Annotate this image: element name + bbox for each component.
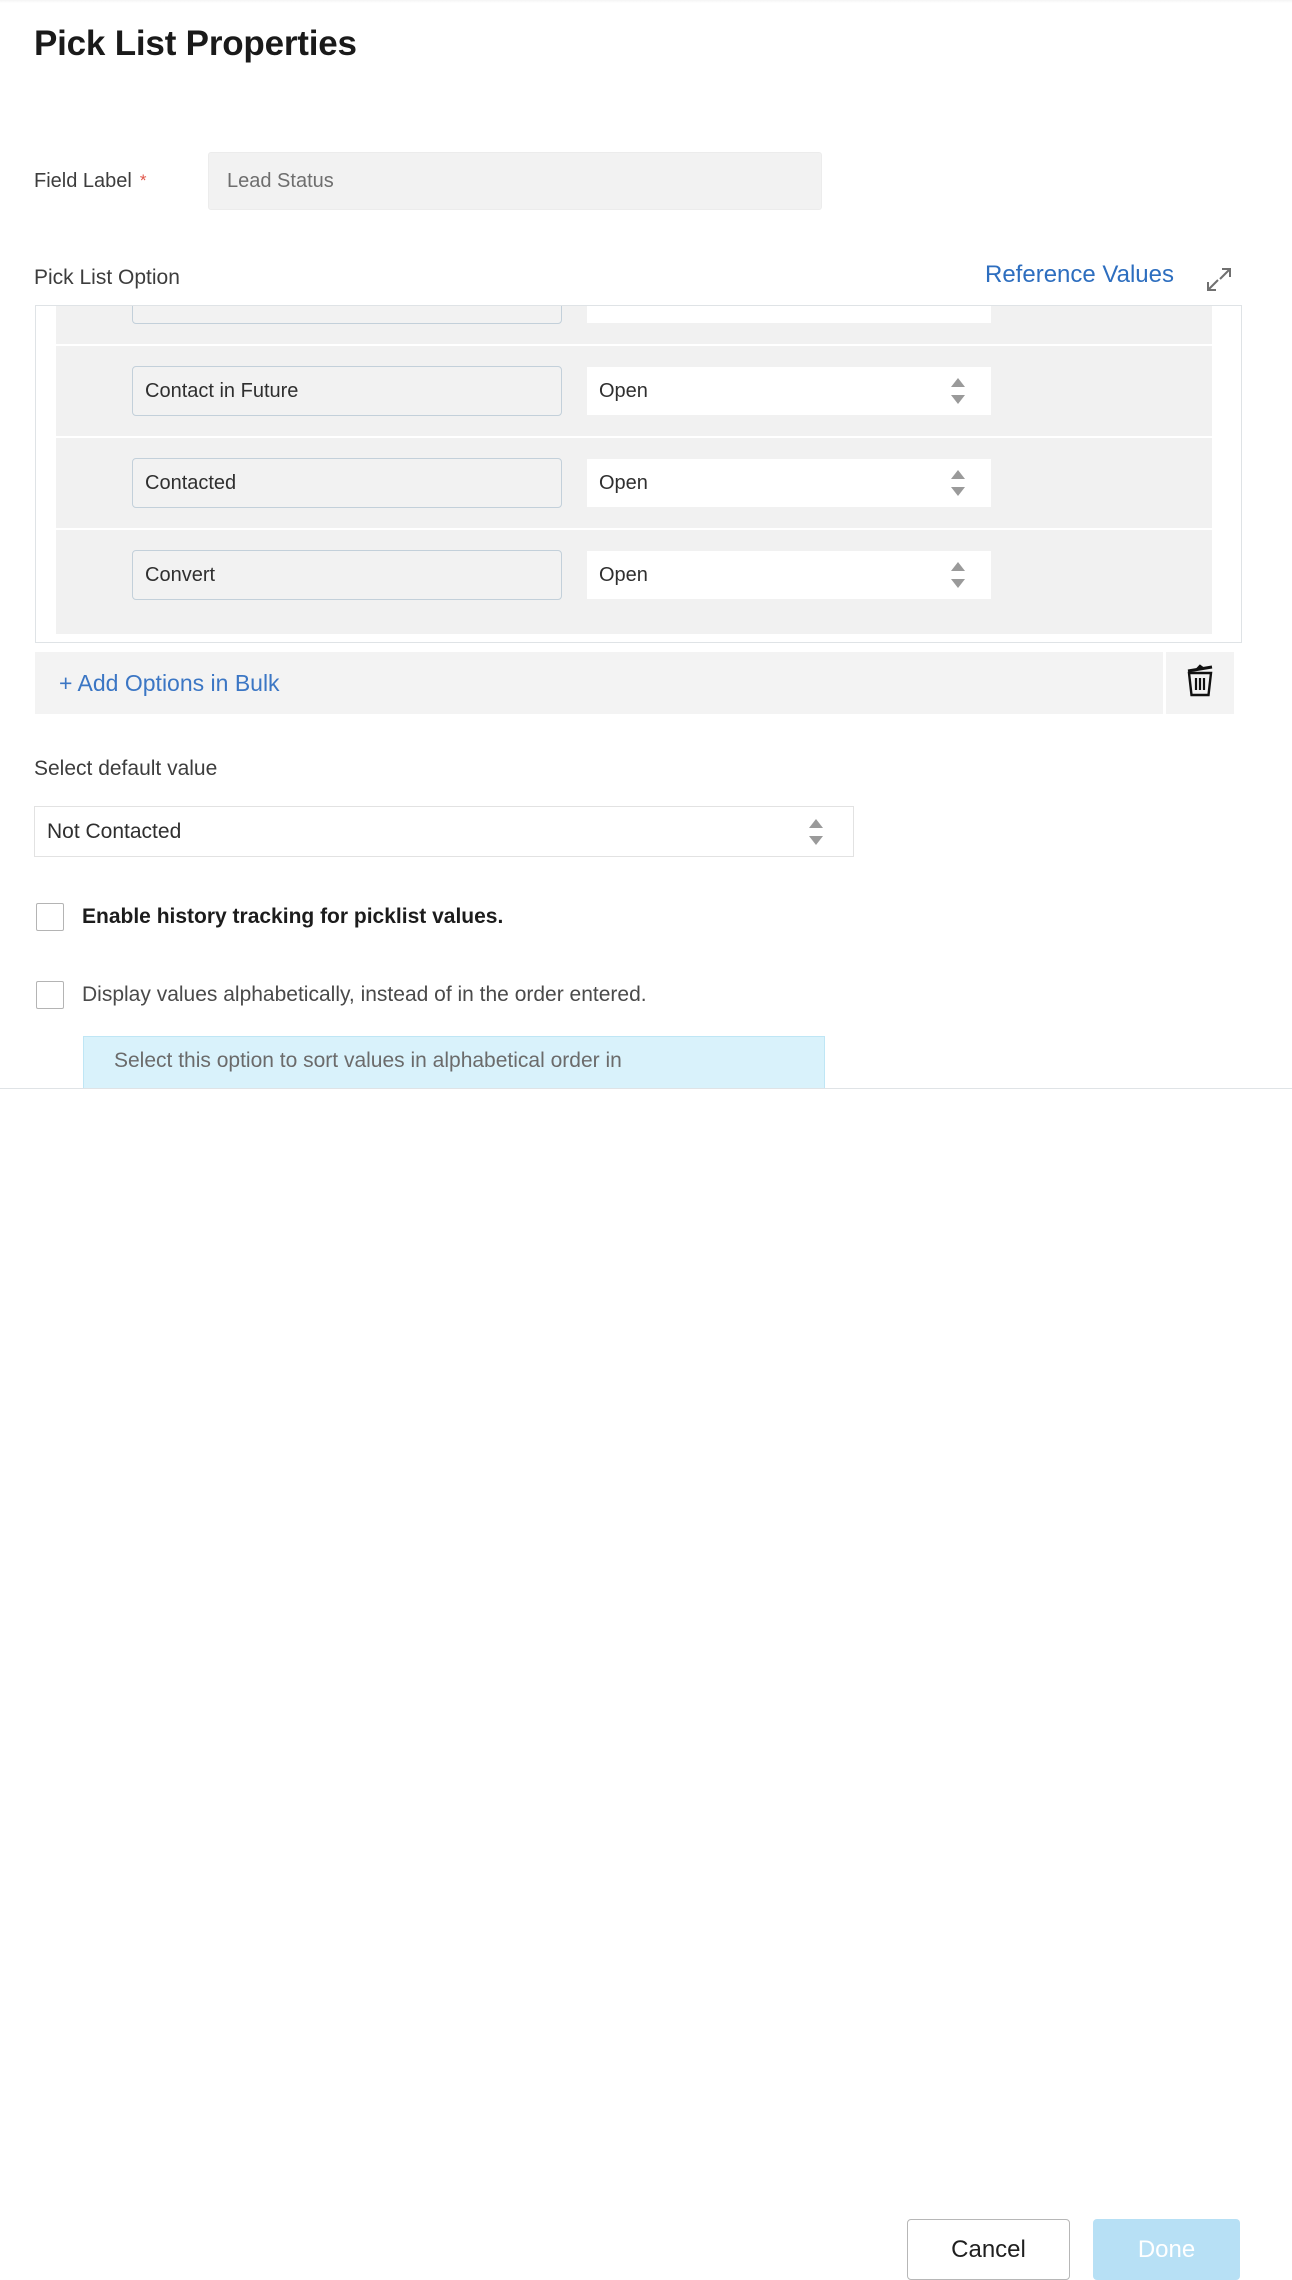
picklist-option-section-label: Pick List Option bbox=[34, 266, 180, 289]
stepper-arrows-icon bbox=[951, 470, 965, 496]
alphabetical-tooltip: Select this option to sort values in alp… bbox=[83, 1036, 825, 1088]
option-status-value: Open bbox=[599, 379, 648, 402]
table-row: Open bbox=[56, 346, 1212, 436]
stepper-arrows-icon bbox=[951, 378, 965, 404]
trash-icon bbox=[1183, 663, 1217, 704]
reference-values-link[interactable]: Reference Values bbox=[985, 261, 1174, 289]
option-status-select[interactable]: Open bbox=[586, 550, 992, 600]
option-name-input[interactable] bbox=[132, 366, 562, 416]
option-status-select[interactable]: Open bbox=[586, 366, 992, 416]
picklist-options-scroll-area: Open Open Open bbox=[36, 306, 1241, 622]
table-row bbox=[56, 306, 1212, 344]
alphabetical-checkbox[interactable] bbox=[36, 981, 64, 1009]
footer: Cancel Done bbox=[0, 1089, 1292, 2280]
cancel-button[interactable]: Cancel bbox=[907, 2219, 1070, 2280]
expand-diagonal-icon[interactable] bbox=[1204, 264, 1234, 294]
default-value-select[interactable]: Not Contacted bbox=[34, 806, 854, 857]
required-asterisk: * bbox=[139, 171, 147, 190]
history-tracking-row: Enable history tracking for picklist val… bbox=[36, 903, 503, 931]
delete-options-button[interactable] bbox=[1166, 652, 1234, 714]
field-label-input[interactable] bbox=[208, 152, 822, 210]
table-row: Open bbox=[56, 530, 1212, 620]
stepper-arrows-icon bbox=[951, 562, 965, 588]
alphabetical-label: Display values alphabetically, instead o… bbox=[82, 983, 647, 1006]
default-value-text: Not Contacted bbox=[47, 819, 182, 843]
option-name-input[interactable] bbox=[132, 458, 562, 508]
field-label-text: Field Label bbox=[34, 169, 132, 192]
alphabetical-row: Display values alphabetically, instead o… bbox=[36, 981, 647, 1009]
option-status-select[interactable] bbox=[586, 306, 992, 324]
option-name-input[interactable] bbox=[132, 306, 562, 324]
default-value-label: Select default value bbox=[34, 757, 218, 780]
done-button[interactable]: Done bbox=[1093, 2219, 1240, 2280]
horizontal-scrollbar[interactable] bbox=[56, 620, 1212, 634]
history-tracking-checkbox[interactable] bbox=[36, 903, 64, 931]
history-tracking-label: Enable history tracking for picklist val… bbox=[82, 905, 504, 928]
add-options-in-bulk-link[interactable]: + Add Options in Bulk bbox=[59, 670, 280, 697]
alphabetical-tooltip-text: Select this option to sort values in alp… bbox=[114, 1049, 622, 1072]
option-status-value: Open bbox=[599, 471, 648, 494]
option-status-value: Open bbox=[599, 563, 648, 586]
stepper-arrows-icon bbox=[809, 818, 823, 845]
option-name-input[interactable] bbox=[132, 550, 562, 600]
option-status-select[interactable]: Open bbox=[586, 458, 992, 508]
top-edge-highlight bbox=[0, 0, 1292, 3]
table-row: Open bbox=[56, 438, 1212, 528]
picklist-options-container[interactable]: Open Open Open bbox=[35, 305, 1242, 643]
add-options-bulk-bar: + Add Options in Bulk bbox=[35, 652, 1163, 714]
page-title: Pick List Properties bbox=[34, 24, 357, 63]
field-label-row: Field Label * bbox=[34, 152, 146, 210]
